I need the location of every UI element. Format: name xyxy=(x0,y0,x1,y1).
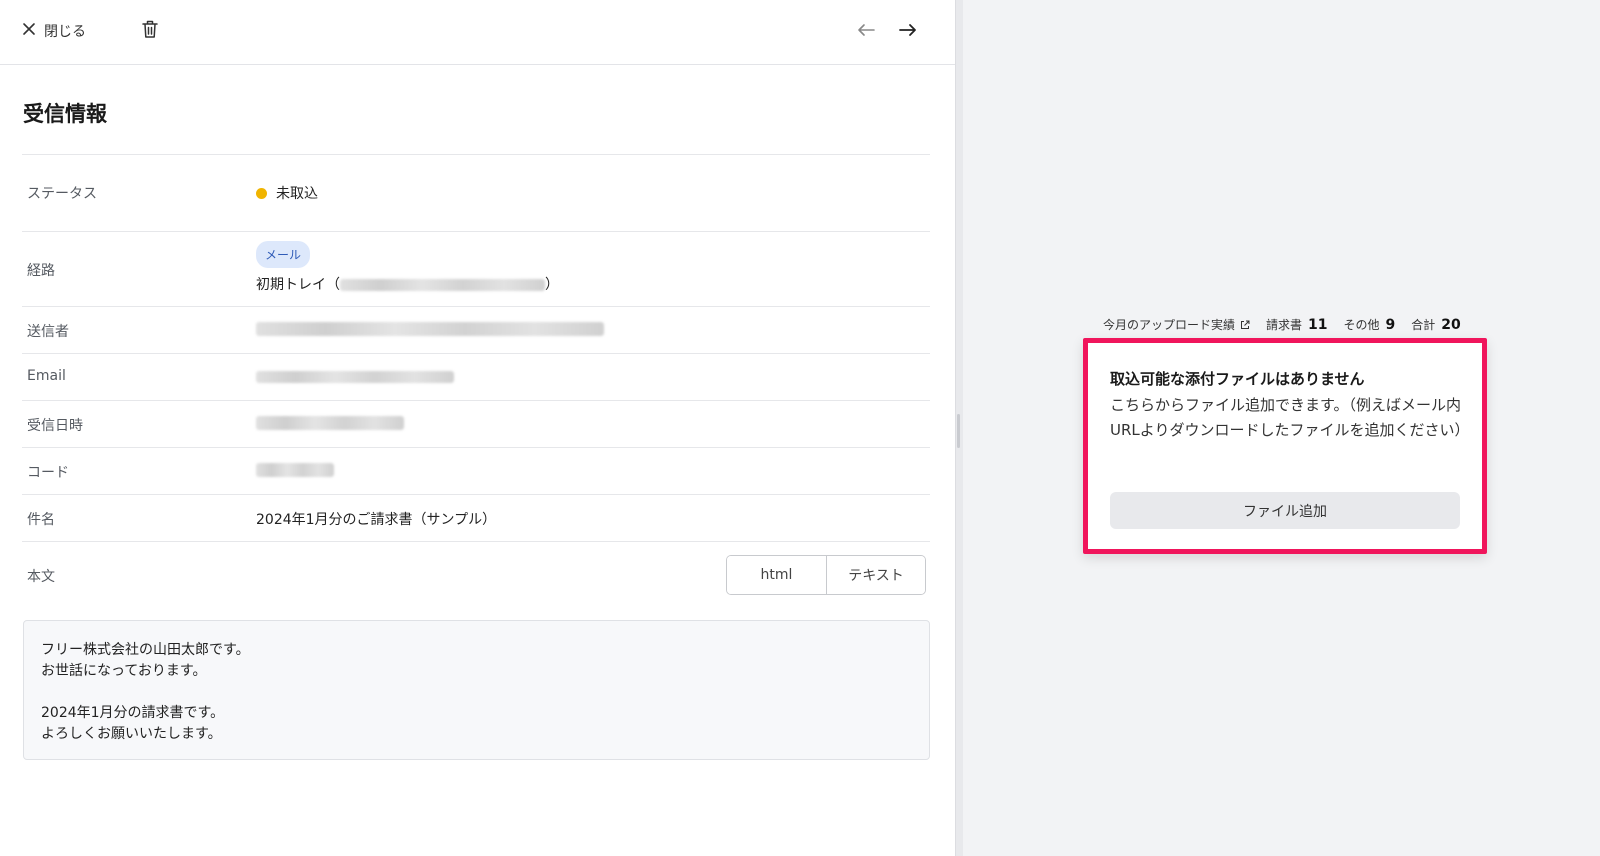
redacted-code xyxy=(256,463,334,477)
status-value: 未取込 xyxy=(256,183,318,203)
info-table: ステータス 未取込 経路 メール 初期トレイ（ ） 送信者 Email 受信日時 … xyxy=(22,154,930,607)
delete-button[interactable] xyxy=(136,17,164,45)
section-title: 受信情報 xyxy=(23,102,107,126)
subject-label: 件名 xyxy=(27,512,55,528)
detail-panel: 閉じる 受信情報 ステータス 未取込 経路 メール 初期トレイ（ ） 送信者 E… xyxy=(0,0,955,856)
arrow-right-icon xyxy=(899,22,917,41)
route-label: 経路 xyxy=(27,263,55,279)
no-attachment-card: 取込可能な添付ファイルはありません こちらからファイル追加できます。（例えばメー… xyxy=(1083,338,1487,554)
status-text: 未取込 xyxy=(276,186,318,202)
body-line: 2024年1月分の請求書です。 xyxy=(41,705,225,721)
upload-stats-link[interactable]: 今月のアップロード実績 xyxy=(1103,316,1235,333)
body-line: フリー株式会社の山田太郎です。 xyxy=(41,642,250,658)
total-count: 20 xyxy=(1441,317,1461,333)
text-toggle-button[interactable]: テキスト xyxy=(826,556,925,594)
status-dot-icon xyxy=(256,187,267,199)
redacted-received-at xyxy=(256,416,404,430)
subject-row: 件名 2024年1月分のご請求書（サンプル） xyxy=(22,495,930,542)
add-file-button[interactable]: ファイル追加 xyxy=(1110,492,1460,529)
upload-stats: 今月のアップロード実績 請求書 11 その他 9 合計 20 xyxy=(1103,316,1461,333)
next-button[interactable] xyxy=(894,17,922,45)
body-label: 本文 xyxy=(27,569,55,585)
received-at-value xyxy=(256,415,404,431)
code-label: コード xyxy=(27,465,69,481)
card-title: 取込可能な添付ファイルはありません xyxy=(1110,370,1365,388)
card-description: こちらからファイル追加できます。（例えばメール内URLよりダウンロードしたファイ… xyxy=(1110,396,1470,439)
detail-toolbar: 閉じる xyxy=(0,0,955,65)
body-format-toggle: html テキスト xyxy=(726,555,926,595)
received-at-row: 受信日時 xyxy=(22,401,930,448)
code-value xyxy=(256,462,334,478)
mail-tag: メール xyxy=(256,241,311,268)
subject-value: 2024年1月分のご請求書（サンプル） xyxy=(256,512,497,528)
total-count-label: 合計 xyxy=(1411,318,1436,332)
body-row: 本文 html テキスト xyxy=(22,542,930,607)
sender-row: 送信者 xyxy=(22,307,930,354)
status-row: ステータス 未取込 xyxy=(22,155,930,232)
html-toggle-button[interactable]: html xyxy=(727,556,826,594)
close-label: 閉じる xyxy=(44,24,86,40)
previous-button[interactable] xyxy=(852,17,880,45)
resize-handle[interactable] xyxy=(957,414,960,448)
route-row: 経路 メール 初期トレイ（ ） xyxy=(22,232,930,307)
email-label: Email xyxy=(27,368,66,384)
other-count-label: その他 xyxy=(1343,318,1380,332)
email-value xyxy=(256,369,454,385)
redacted-email xyxy=(256,371,454,383)
received-at-label: 受信日時 xyxy=(27,418,83,434)
close-icon xyxy=(22,22,36,40)
body-line: お世話になっております。 xyxy=(41,663,207,679)
arrow-left-icon xyxy=(857,22,875,41)
invoice-count-label: 請求書 xyxy=(1266,318,1303,332)
trash-icon xyxy=(141,19,159,43)
sender-value xyxy=(256,321,604,337)
tray-prefix: 初期トレイ（ xyxy=(256,277,340,293)
body-line: よろしくお願いいたします。 xyxy=(41,726,222,742)
other-count: 9 xyxy=(1385,317,1396,333)
body-line xyxy=(41,682,912,703)
external-link-icon[interactable] xyxy=(1240,319,1250,329)
close-button[interactable]: 閉じる xyxy=(22,18,86,44)
email-row: Email xyxy=(22,354,930,401)
email-body: フリー株式会社の山田太郎です。 お世話になっております。 2024年1月分の請求… xyxy=(23,620,930,760)
sender-label: 送信者 xyxy=(27,324,69,340)
tray-suffix: ） xyxy=(545,277,559,293)
code-row: コード xyxy=(22,448,930,495)
redacted-tray-address xyxy=(340,279,545,291)
redacted-sender xyxy=(256,322,604,336)
status-label: ステータス xyxy=(27,186,97,202)
route-tag: メール xyxy=(256,241,311,268)
invoice-count: 11 xyxy=(1308,317,1328,333)
route-tray: 初期トレイ（ ） xyxy=(256,274,559,294)
